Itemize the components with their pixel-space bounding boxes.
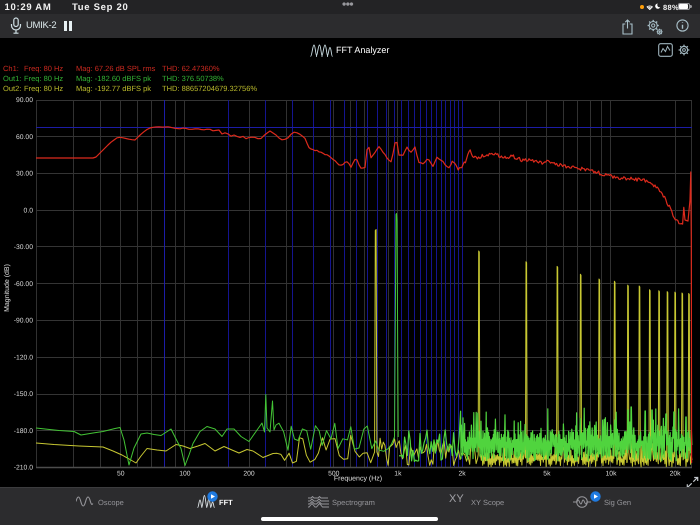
svg-text:Magnitude (dB): Magnitude (dB) xyxy=(3,264,11,312)
svg-text:-120.0: -120.0 xyxy=(14,354,33,361)
svg-text:Frequency (Hz): Frequency (Hz) xyxy=(334,475,382,483)
svg-text:-150.0: -150.0 xyxy=(14,391,33,398)
svg-text:20k: 20k xyxy=(670,471,682,478)
svg-text:100: 100 xyxy=(179,471,191,478)
svg-text:90.00: 90.00 xyxy=(16,97,33,104)
svg-text:-60.00: -60.00 xyxy=(14,281,33,288)
svg-text:1k: 1k xyxy=(394,471,402,478)
svg-text:10k: 10k xyxy=(606,471,618,478)
svg-text:50: 50 xyxy=(117,471,125,478)
svg-text:0.0: 0.0 xyxy=(24,207,34,214)
svg-text:2k: 2k xyxy=(459,471,467,478)
svg-text:30.00: 30.00 xyxy=(16,171,33,178)
svg-text:-90.00: -90.00 xyxy=(14,318,33,325)
svg-text:-180.0: -180.0 xyxy=(14,428,33,435)
svg-text:-30.00: -30.00 xyxy=(14,244,33,251)
svg-text:60.00: 60.00 xyxy=(16,134,33,141)
svg-text:200: 200 xyxy=(243,471,255,478)
svg-text:-210.0: -210.0 xyxy=(14,465,33,472)
svg-text:5k: 5k xyxy=(543,471,551,478)
